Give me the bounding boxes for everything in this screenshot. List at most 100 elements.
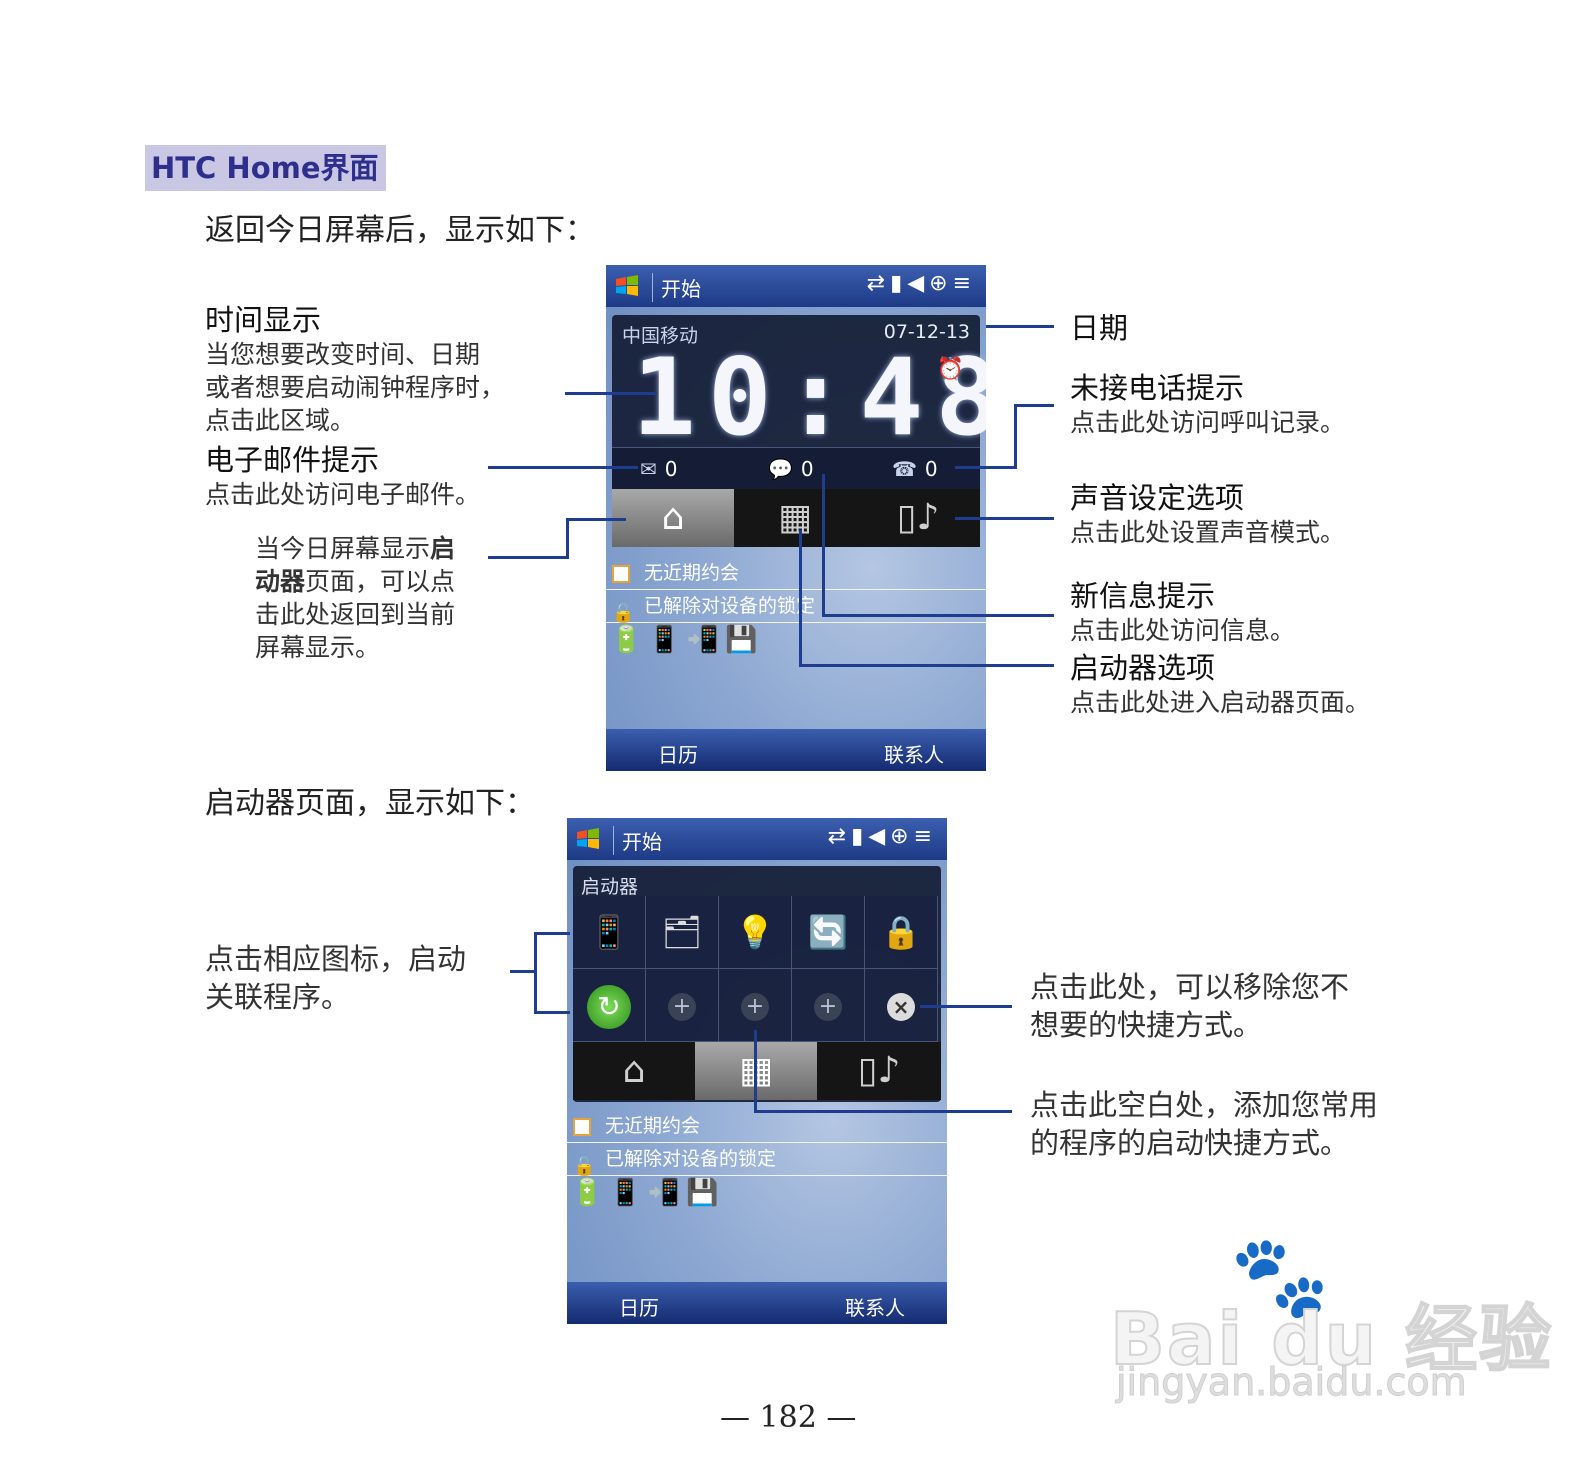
leader-line-add-a bbox=[754, 1030, 757, 1112]
launcher-shortcut-explorer[interactable]: 🗂 bbox=[646, 896, 719, 969]
leader-line-message-a bbox=[822, 474, 825, 616]
annotation-date-title: 日期 bbox=[1070, 311, 1129, 345]
email-notification[interactable]: ✉ 0 bbox=[640, 448, 678, 490]
connectivity-icon: ⊕ bbox=[890, 824, 914, 849]
start-menu-label[interactable]: 开始 bbox=[613, 826, 662, 855]
annotation-email-title: 电子邮件提示 bbox=[205, 443, 380, 477]
status-icons[interactable]: ⇄▮◀⊕≡ bbox=[828, 824, 937, 849]
launcher-screen: 开始 ⇄▮◀⊕≡ 启动器 📱 🗂 💡 🔄 🔒 ↻ + + + × ⌂ ▦ ▯♪ … bbox=[567, 818, 947, 1324]
add-icon: + bbox=[741, 993, 769, 1021]
leader-line-missed-c bbox=[1014, 404, 1054, 407]
tray-icons[interactable]: 🔋📱📲💾 bbox=[610, 625, 764, 655]
calendar-icon bbox=[612, 564, 630, 583]
windows-logo-icon[interactable] bbox=[614, 273, 640, 299]
annotation-sound-body: 点击此处设置声音模式。 bbox=[1070, 518, 1346, 547]
signal-icon: ▮ bbox=[851, 824, 869, 849]
leader-line-tap-b bbox=[534, 932, 537, 1014]
page-number: — 182 — bbox=[720, 1400, 857, 1435]
launcher-empty-slot[interactable]: + bbox=[646, 969, 719, 1042]
launcher-tab-row: ⌂ ▦ ▯♪ bbox=[573, 1042, 941, 1100]
annotation-launcher-title: 启动器选项 bbox=[1070, 651, 1216, 685]
leader-line-email bbox=[488, 466, 638, 469]
section-title: HTC Home界面 bbox=[145, 145, 386, 191]
connectivity-icon: ⊕ bbox=[929, 271, 953, 296]
start-menu-label[interactable]: 开始 bbox=[652, 273, 701, 302]
appointments-row[interactable]: 无近期约会 bbox=[606, 557, 986, 590]
time-display[interactable]: 10:48 bbox=[632, 343, 986, 453]
launcher-shortcut-lock[interactable]: 🔒 bbox=[865, 896, 938, 969]
leader-line-home-a bbox=[488, 556, 568, 559]
lock-open-icon: 🔓 bbox=[612, 602, 635, 624]
softkey-bar: 日历 联系人 bbox=[567, 1282, 947, 1324]
annotation-time-body: 当您想要改变时间、日期 或者想要启动闹钟程序时， 点击此区域。 bbox=[205, 340, 506, 435]
tab-sound[interactable]: ▯♪ bbox=[817, 1042, 941, 1100]
message-icon: 💬 bbox=[768, 457, 793, 481]
annotation-message-body: 点击此处访问信息。 bbox=[1070, 616, 1296, 645]
appointments-row[interactable]: 无近期约会 bbox=[567, 1110, 947, 1143]
annotation-tap-icon: 点击相应图标，启动 关联程序。 bbox=[205, 942, 467, 1014]
leader-line-home-c bbox=[566, 518, 626, 521]
tab-home[interactable]: ⌂ bbox=[573, 1042, 695, 1100]
softkey-bar: 日历 联系人 bbox=[606, 729, 986, 771]
volume-icon: ◀ bbox=[868, 824, 891, 849]
leader-line-time bbox=[565, 392, 657, 395]
annotation-add: 点击此空白处，添加您常用 的程序的启动快捷方式。 bbox=[1030, 1088, 1379, 1160]
envelope-icon: ✉ bbox=[640, 457, 657, 481]
tab-launcher[interactable]: ▦ bbox=[734, 489, 856, 547]
annotation-email-body: 点击此处访问电子邮件。 bbox=[205, 480, 481, 509]
leader-line-message-b bbox=[822, 614, 1054, 617]
memory-icon: 💾 bbox=[686, 1178, 725, 1208]
launcher-empty-slot[interactable]: + bbox=[792, 969, 865, 1042]
leader-line-tap-d bbox=[534, 1011, 570, 1014]
battery-icon: 🔋 bbox=[610, 625, 649, 655]
sync-icon: ⇄ bbox=[827, 824, 852, 849]
annotation-missed-title: 未接电话提示 bbox=[1070, 371, 1245, 405]
sms-notification[interactable]: 💬 0 bbox=[768, 448, 814, 490]
annotation-remove: 点击此处，可以移除您不 想要的快捷方式。 bbox=[1030, 970, 1350, 1042]
device-icon: 📲 bbox=[647, 1178, 687, 1208]
phone-app-icon: 📱 bbox=[589, 913, 629, 951]
softkey-contacts[interactable]: 联系人 bbox=[884, 739, 944, 768]
home-screen: 开始 ⇄▮◀⊕≡ 中国移动 07-12-13 10:48 ⏰ ✉ 0 💬 0 ☎ 0 … bbox=[606, 265, 986, 771]
volume-icon: ◀ bbox=[907, 271, 930, 296]
sync-icon: ⇄ bbox=[866, 271, 891, 296]
file-explorer-icon: 🗂 bbox=[661, 913, 703, 951]
status-icons[interactable]: ⇄▮◀⊕≡ bbox=[867, 271, 976, 296]
add-icon: + bbox=[668, 993, 696, 1021]
phone-sound-icon: ▯♪ bbox=[857, 1050, 901, 1091]
leader-line-missed-a bbox=[955, 466, 1017, 469]
lock-status-row[interactable]: 🔓 已解除对设备的锁定 bbox=[567, 1143, 947, 1177]
leader-line-tap-a bbox=[510, 970, 536, 973]
tray-icons[interactable]: 🔋📱📲💾 bbox=[571, 1178, 725, 1208]
launcher-shortcut-phone[interactable]: 📱 bbox=[573, 896, 646, 969]
softkey-calendar[interactable]: 日历 bbox=[658, 739, 698, 768]
device-icon: 📲 bbox=[686, 625, 726, 655]
lock-icon: 🔒 bbox=[881, 913, 921, 951]
annotation-home-return: 当今日屏幕显示启 动器页面，可以点 击此处返回到当前 屏幕显示。 bbox=[255, 534, 456, 662]
launcher-shortcut-rotate[interactable]: 🔄 bbox=[792, 896, 865, 969]
leader-line-launcher-b bbox=[799, 664, 1054, 667]
softkey-calendar[interactable]: 日历 bbox=[619, 1292, 659, 1321]
leader-line-launcher-a bbox=[799, 530, 802, 666]
missed-call-notification[interactable]: ☎ 0 bbox=[892, 448, 938, 490]
softkey-contacts[interactable]: 联系人 bbox=[845, 1292, 905, 1321]
lock-status-row[interactable]: 🔓 已解除对设备的锁定 bbox=[606, 590, 986, 624]
grid-icon: ▦ bbox=[777, 497, 812, 538]
rotate-screen-icon: 🔄 bbox=[808, 913, 848, 951]
launcher-shortcut-light[interactable]: 💡 bbox=[719, 896, 792, 969]
windows-logo-icon[interactable] bbox=[575, 826, 601, 852]
leader-line-home-b bbox=[566, 518, 569, 559]
launcher-grid: 📱 🗂 💡 🔄 🔒 ↻ + + + × bbox=[573, 896, 941, 1042]
alarm-icon: ⏰ bbox=[936, 357, 964, 382]
launcher-shortcut-sync[interactable]: ↻ bbox=[573, 969, 646, 1042]
title-bar-2: 开始 ⇄▮◀⊕≡ bbox=[567, 818, 947, 860]
battery-icon: 🔋 bbox=[571, 1178, 610, 1208]
leader-line-sound bbox=[955, 517, 1054, 520]
home-icon: ⌂ bbox=[661, 497, 685, 538]
phone-missed-icon: ☎ bbox=[892, 457, 917, 481]
memory-icon: 💾 bbox=[725, 625, 764, 655]
phone-sound-icon: ▯♪ bbox=[896, 497, 940, 538]
tab-home[interactable]: ⌂ bbox=[612, 489, 734, 547]
title-bar: 开始 ⇄▮◀⊕≡ bbox=[606, 265, 986, 307]
pda-icon: 📱 bbox=[648, 625, 687, 655]
